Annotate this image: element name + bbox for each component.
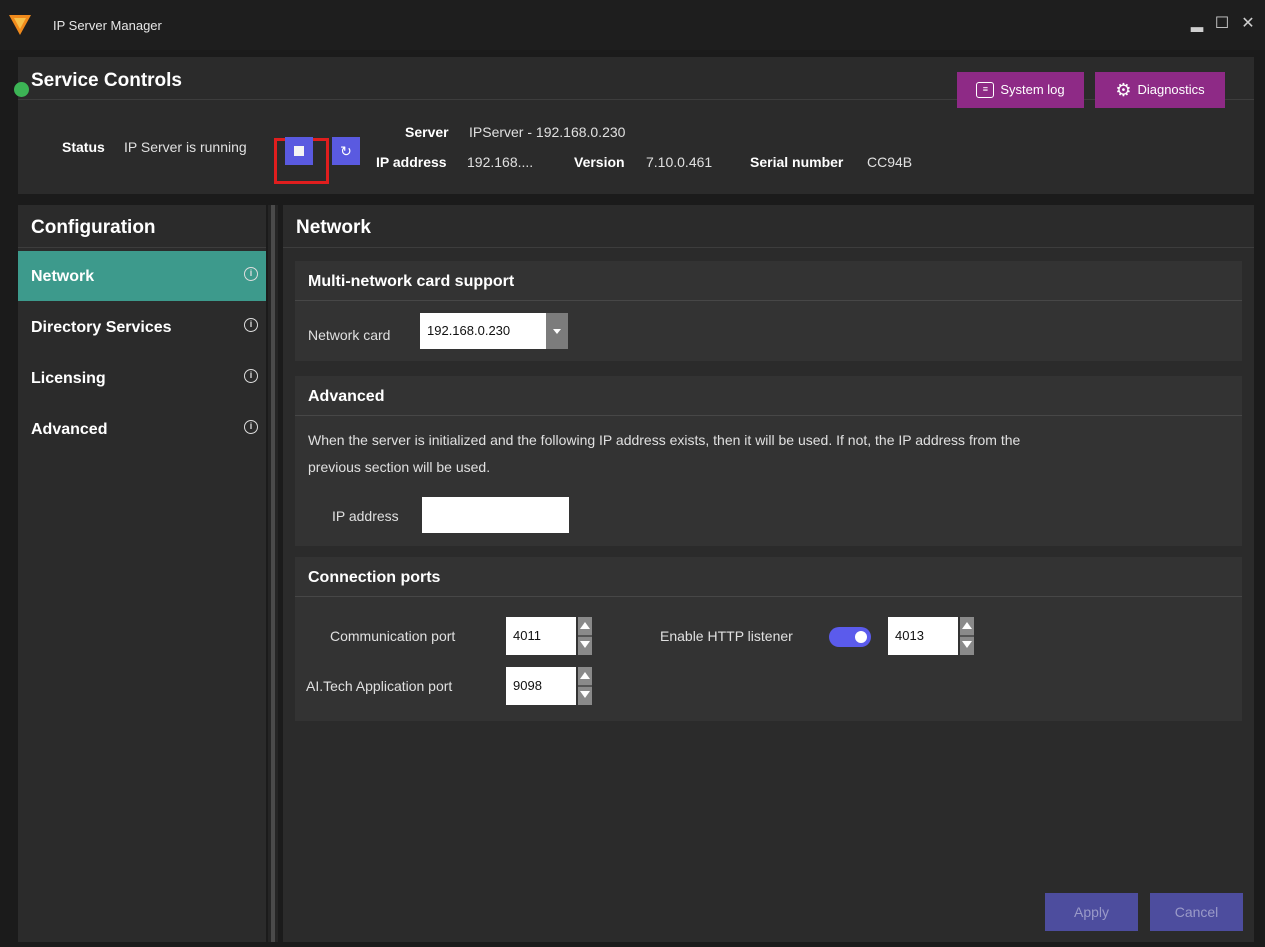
aitech-port-label: AI.Tech Application port bbox=[306, 678, 453, 694]
gear-icon: ⚙ bbox=[1115, 80, 1132, 100]
communication-port-stepper[interactable] bbox=[578, 617, 592, 655]
system-log-label: System log bbox=[1000, 82, 1065, 97]
diagnostics-label: Diagnostics bbox=[1137, 82, 1205, 97]
advanced-ip-input[interactable] bbox=[422, 497, 569, 533]
cancel-button[interactable]: Cancel bbox=[1150, 893, 1243, 931]
info-icon[interactable]: i bbox=[244, 420, 258, 434]
status-indicator-icon bbox=[14, 82, 29, 97]
ip-address-label: IP address bbox=[376, 154, 447, 170]
splitter-handle[interactable] bbox=[271, 205, 275, 942]
aitech-port-input[interactable]: 9098 bbox=[506, 667, 576, 705]
info-icon[interactable]: i bbox=[244, 318, 258, 332]
sidebar-item-label: Network bbox=[31, 268, 95, 285]
network-heading: Network bbox=[296, 217, 371, 238]
serial-number-label: Serial number bbox=[750, 154, 844, 170]
stop-icon bbox=[294, 146, 304, 156]
minimize-icon[interactable]: ▂ bbox=[1187, 13, 1207, 35]
advanced-heading: Advanced bbox=[308, 388, 385, 405]
status-value: IP Server is running bbox=[124, 139, 247, 155]
version-value: 7.10.0.461 bbox=[646, 154, 713, 170]
advanced-description-line1: When the server is initialized and the f… bbox=[308, 432, 1021, 448]
http-listener-label: Enable HTTP listener bbox=[660, 628, 793, 644]
sidebar-item-advanced[interactable]: Advanced i bbox=[18, 404, 266, 454]
multi-network-heading: Multi-network card support bbox=[308, 273, 515, 290]
panel-splitter[interactable] bbox=[268, 205, 278, 942]
chevron-down-icon[interactable] bbox=[546, 313, 568, 349]
divider bbox=[295, 596, 1242, 597]
info-icon[interactable]: i bbox=[244, 369, 258, 383]
network-card-select[interactable]: 192.168.0.230 bbox=[420, 313, 547, 349]
up-arrow-icon[interactable] bbox=[580, 622, 590, 629]
close-icon[interactable]: ✕ bbox=[1238, 13, 1258, 35]
sidebar-item-label: Licensing bbox=[31, 370, 106, 387]
app-logo-icon bbox=[9, 15, 31, 35]
communication-port-input[interactable]: 4011 bbox=[506, 617, 576, 655]
aitech-port-stepper[interactable] bbox=[578, 667, 592, 705]
sidebar-item-network[interactable]: Network i bbox=[18, 251, 266, 301]
stop-service-button[interactable] bbox=[285, 137, 313, 165]
configuration-heading: Configuration bbox=[31, 217, 156, 238]
system-log-button[interactable]: ≡ System log bbox=[957, 72, 1084, 108]
divider bbox=[283, 247, 1254, 248]
down-arrow-icon[interactable] bbox=[962, 641, 972, 648]
system-log-icon: ≡ bbox=[976, 82, 995, 98]
apply-button[interactable]: Apply bbox=[1045, 893, 1138, 931]
sidebar-item-licensing[interactable]: Licensing i bbox=[18, 353, 266, 403]
up-arrow-icon[interactable] bbox=[962, 622, 972, 629]
ip-address-value: 192.168.... bbox=[467, 154, 534, 170]
maximize-icon[interactable]: ☐ bbox=[1212, 13, 1232, 35]
network-card-label: Network card bbox=[308, 327, 391, 343]
http-port-stepper[interactable] bbox=[960, 617, 974, 655]
advanced-description-line2: previous section will be used. bbox=[308, 459, 491, 475]
divider bbox=[295, 415, 1242, 416]
sidebar-item-directory-services[interactable]: Directory Services i bbox=[18, 302, 266, 352]
server-label: Server bbox=[405, 124, 449, 140]
serial-number-value: CC94B bbox=[867, 154, 913, 170]
divider bbox=[295, 300, 1242, 301]
down-arrow-icon[interactable] bbox=[580, 641, 590, 648]
toggle-knob bbox=[855, 631, 867, 643]
window-title: IP Server Manager bbox=[53, 18, 162, 33]
info-icon[interactable]: i bbox=[244, 267, 258, 281]
up-arrow-icon[interactable] bbox=[580, 672, 590, 679]
sidebar-item-label: Advanced bbox=[31, 421, 108, 438]
divider bbox=[18, 247, 266, 248]
configuration-sidebar: Configuration Network i Directory Servic… bbox=[18, 205, 266, 942]
version-label: Version bbox=[574, 154, 625, 170]
communication-port-label: Communication port bbox=[330, 628, 456, 644]
diagnostics-button[interactable]: ⚙ Diagnostics bbox=[1095, 72, 1225, 108]
restart-service-button[interactable]: ↻ bbox=[332, 137, 360, 165]
status-label: Status bbox=[62, 139, 105, 155]
down-arrow-icon[interactable] bbox=[580, 691, 590, 698]
title-bar: IP Server Manager ▂ ☐ ✕ bbox=[0, 0, 1265, 50]
sidebar-item-label: Directory Services bbox=[31, 319, 172, 336]
http-port-input[interactable]: 4013 bbox=[888, 617, 958, 655]
refresh-icon: ↻ bbox=[340, 143, 352, 159]
http-listener-toggle[interactable] bbox=[829, 627, 871, 647]
server-value: IPServer - 192.168.0.230 bbox=[469, 124, 626, 140]
advanced-ip-label: IP address bbox=[332, 508, 399, 524]
service-controls-heading: Service Controls bbox=[31, 70, 182, 91]
connection-ports-heading: Connection ports bbox=[308, 569, 441, 586]
